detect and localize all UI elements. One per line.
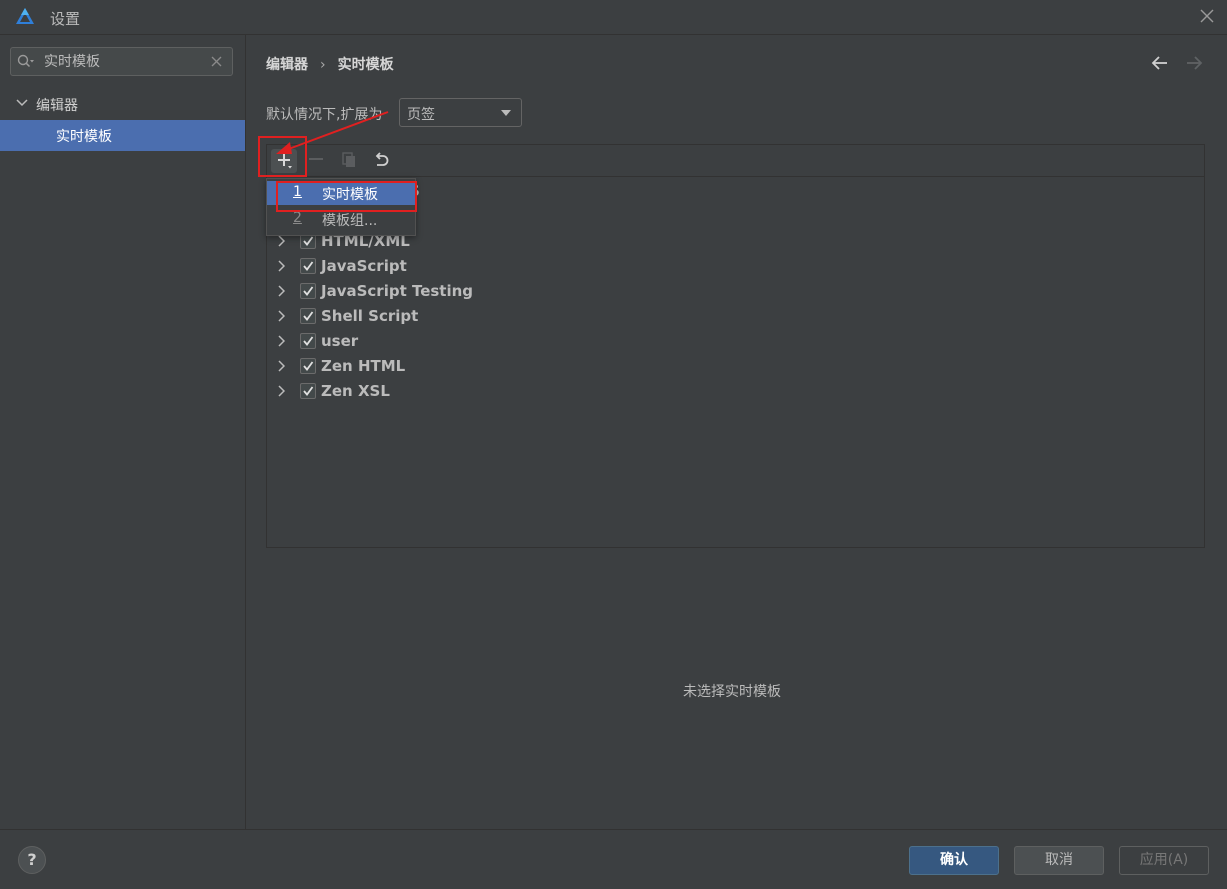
expand-with-value: 页签 — [407, 107, 435, 123]
settings-search-input[interactable] — [44, 51, 204, 71]
template-group-checkbox[interactable] — [300, 283, 316, 299]
template-group-row[interactable]: JavaScript — [267, 254, 1204, 279]
back-arrow-icon[interactable] — [1151, 55, 1169, 71]
empty-selection-message: 未选择实时模板 — [683, 684, 781, 700]
clear-search-icon[interactable] — [211, 56, 222, 67]
template-group-checkbox[interactable] — [300, 358, 316, 374]
chevron-right-icon[interactable] — [277, 235, 285, 247]
template-group-label: Zen XSL — [321, 382, 390, 400]
chevron-right-icon[interactable] — [277, 335, 285, 347]
template-group-checkbox[interactable] — [300, 308, 316, 324]
help-button[interactable]: ? — [18, 846, 46, 874]
check-icon — [303, 236, 314, 246]
template-group-label: Shell Script — [321, 307, 419, 325]
apply-button[interactable]: 应用(A) — [1119, 846, 1209, 875]
popup-item-mnemonic: 2 — [293, 210, 302, 226]
expand-with-select[interactable]: 页签 — [399, 98, 522, 127]
chevron-right-icon[interactable] — [277, 260, 285, 272]
window-title: 设置 — [50, 10, 81, 28]
check-icon — [303, 361, 314, 371]
settings-search-box[interactable] — [10, 47, 233, 76]
settings-sidebar: 编辑器 实时模板 — [0, 35, 246, 829]
template-group-checkbox[interactable] — [300, 333, 316, 349]
popup-item-label: 模板组... — [322, 213, 378, 229]
check-icon — [303, 311, 314, 321]
dialog-footer: ? 确认 取消 应用(A) — [0, 829, 1227, 889]
dropdown-arrow-icon — [501, 110, 511, 116]
template-group-label: JavaScript Testing — [321, 282, 474, 300]
template-group-row[interactable]: user — [267, 329, 1204, 354]
template-group-checkbox[interactable] — [300, 383, 316, 399]
chevron-right-icon[interactable] — [277, 385, 285, 397]
check-icon — [303, 336, 314, 346]
template-group-row[interactable]: Shell Script — [267, 304, 1204, 329]
template-group-label: JavaScript — [321, 257, 407, 275]
chevron-right-icon[interactable] — [277, 360, 285, 372]
check-icon — [303, 286, 314, 296]
breadcrumb: 编辑器 › 实时模板 — [266, 54, 394, 74]
chevron-right-icon[interactable] — [277, 285, 285, 297]
sidebar-item-editor[interactable]: 编辑器 — [0, 90, 245, 118]
template-group-label: user — [321, 332, 359, 350]
sidebar-item-live-templates[interactable]: 实时模板 — [0, 120, 245, 151]
chevron-down-icon[interactable] — [16, 98, 28, 108]
ok-button[interactable]: 确认 — [909, 846, 999, 875]
template-group-row[interactable]: Zen HTML — [267, 354, 1204, 379]
title-bar: 设置 — [0, 0, 1227, 35]
templates-toolbar — [267, 145, 1204, 177]
template-group-checkbox[interactable] — [300, 258, 316, 274]
sidebar-item-label: 实时模板 — [56, 129, 112, 145]
breadcrumb-item: 实时模板 — [337, 57, 394, 73]
chevron-right-icon[interactable] — [277, 310, 285, 322]
breadcrumb-item[interactable]: 编辑器 — [266, 57, 308, 73]
sidebar-item-label: 编辑器 — [36, 98, 78, 114]
annotation-arrow — [276, 111, 389, 154]
check-icon — [303, 386, 314, 396]
forward-arrow-icon[interactable] — [1185, 55, 1203, 71]
app-logo-icon — [16, 8, 34, 24]
close-icon[interactable] — [1199, 8, 1215, 24]
template-group-row[interactable]: Zen XSL — [267, 379, 1204, 404]
cancel-button[interactable]: 取消 — [1014, 846, 1104, 875]
check-icon — [303, 261, 314, 271]
template-group-row[interactable]: JavaScript Testing — [267, 279, 1204, 304]
annotation-highlight-menu-item — [276, 181, 417, 212]
breadcrumb-separator: › — [320, 57, 326, 73]
template-group-label: Zen HTML — [321, 357, 406, 375]
search-icon[interactable] — [17, 54, 35, 70]
remove-icon[interactable] — [309, 158, 323, 160]
